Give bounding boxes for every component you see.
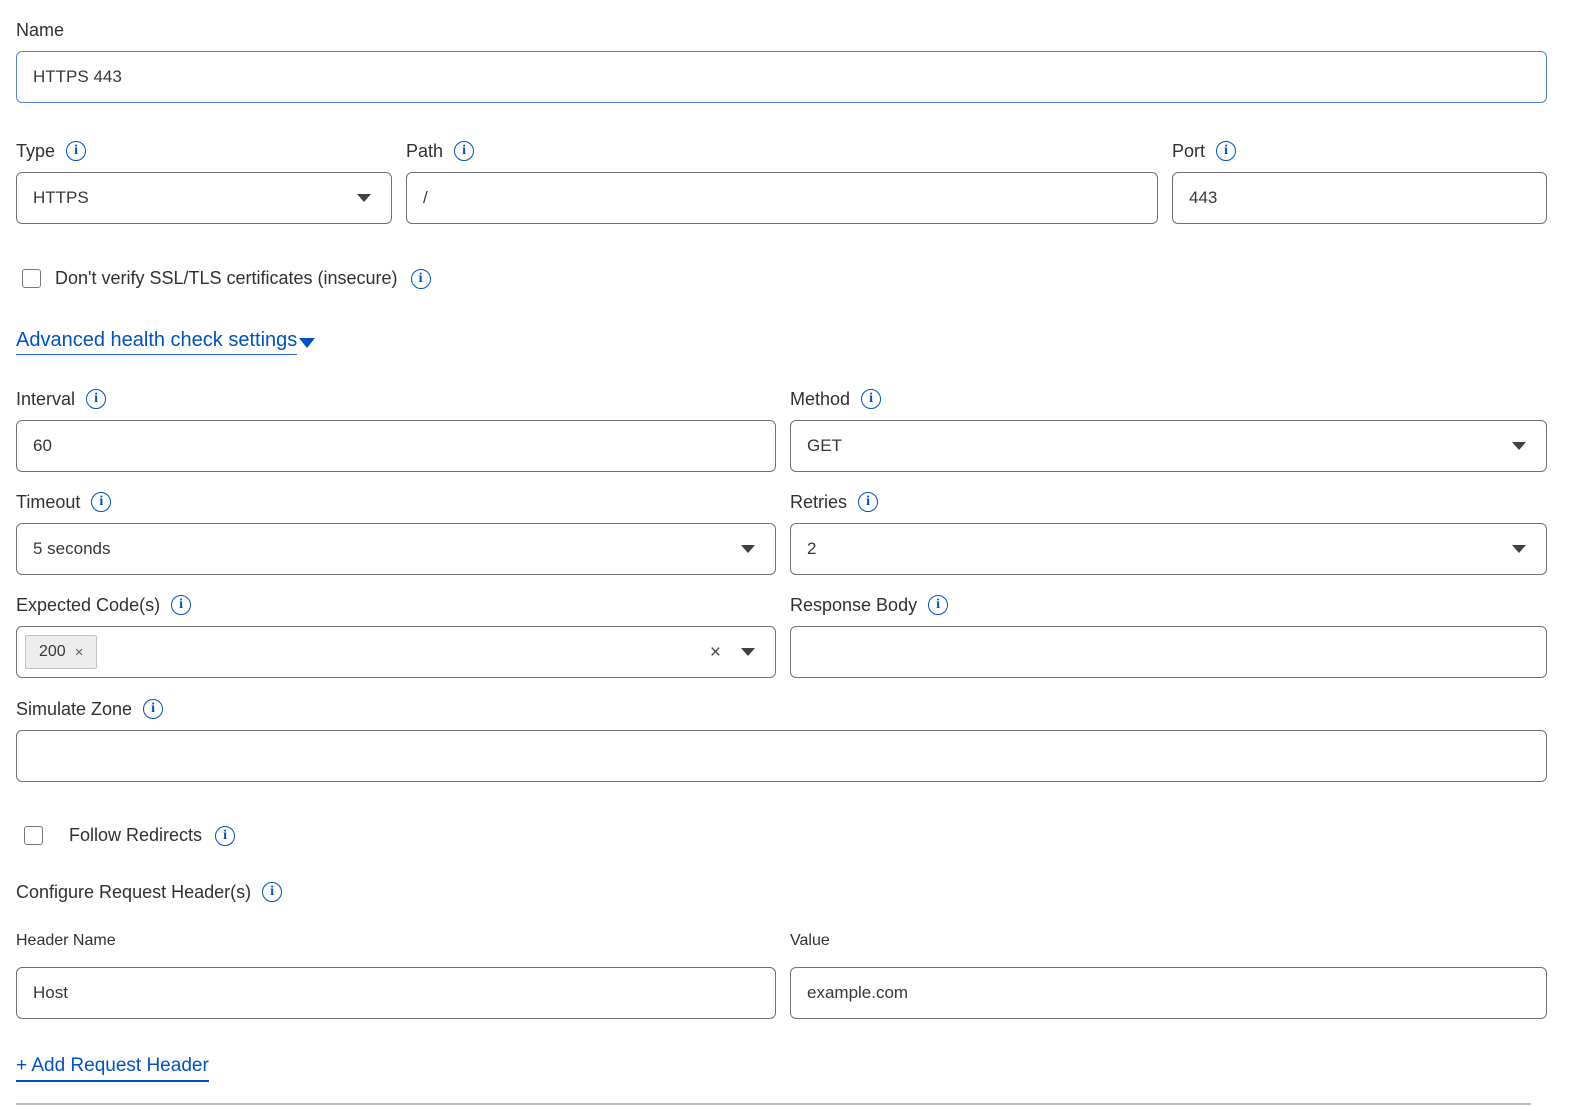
interval-info-icon[interactable]: i bbox=[86, 389, 106, 409]
chevron-down-icon bbox=[299, 338, 315, 348]
chevron-down-icon bbox=[741, 545, 755, 553]
name-label-row: Name bbox=[16, 18, 1547, 42]
request-headers-section-label: Configure Request Header(s) i bbox=[16, 880, 1547, 904]
path-info-icon[interactable]: i bbox=[454, 141, 474, 161]
path-input[interactable] bbox=[406, 172, 1158, 224]
interval-input[interactable] bbox=[16, 420, 776, 472]
type-select[interactable]: HTTPS bbox=[16, 172, 392, 224]
advanced-settings-toggle[interactable]: Advanced health check settings bbox=[16, 328, 315, 355]
type-label: Type bbox=[16, 139, 55, 163]
response-body-label: Response Body bbox=[790, 593, 917, 617]
expected-codes-multiselect[interactable]: 200 × × bbox=[16, 626, 776, 678]
method-select-value: GET bbox=[807, 436, 1512, 456]
timeout-info-icon[interactable]: i bbox=[91, 492, 111, 512]
chevron-down-icon bbox=[1512, 545, 1526, 553]
add-request-header-row: + Add Request Header bbox=[16, 1054, 209, 1082]
simulate-zone-info-icon[interactable]: i bbox=[143, 699, 163, 719]
health-check-form: Name Type i HTTPS Path i Port i bbox=[0, 0, 1570, 1105]
response-body-label-row: Response Body i bbox=[790, 593, 1547, 617]
follow-redirects-label: Follow Redirects bbox=[69, 825, 202, 846]
port-input[interactable] bbox=[1172, 172, 1547, 224]
path-label: Path bbox=[406, 139, 443, 163]
multiselect-controls: × bbox=[710, 643, 755, 662]
retries-select[interactable]: 2 bbox=[790, 523, 1547, 575]
ssl-verify-checkbox-row: Don't verify SSL/TLS certificates (insec… bbox=[22, 268, 1547, 289]
chevron-down-icon bbox=[357, 194, 371, 202]
name-input[interactable] bbox=[16, 51, 1547, 103]
timeout-label: Timeout bbox=[16, 490, 80, 514]
retries-label-row: Retries i bbox=[790, 490, 1547, 514]
method-label: Method bbox=[790, 387, 850, 411]
advanced-settings-link[interactable]: Advanced health check settings bbox=[16, 328, 297, 355]
interval-label: Interval bbox=[16, 387, 75, 411]
add-request-header-link[interactable]: + Add Request Header bbox=[16, 1054, 209, 1082]
ssl-verify-checkbox[interactable] bbox=[22, 269, 41, 288]
response-body-input[interactable] bbox=[790, 626, 1547, 678]
type-label-row: Type i bbox=[16, 139, 392, 163]
follow-redirects-info-icon[interactable]: i bbox=[215, 826, 235, 846]
type-select-value: HTTPS bbox=[33, 188, 357, 208]
path-label-row: Path i bbox=[406, 139, 1158, 163]
codes-body-row: Expected Code(s) i 200 × × Response Body… bbox=[16, 593, 1547, 678]
simulate-zone-label: Simulate Zone bbox=[16, 697, 132, 721]
follow-redirects-checkbox[interactable] bbox=[24, 826, 43, 845]
timeout-select-value: 5 seconds bbox=[33, 539, 741, 559]
timeout-label-row: Timeout i bbox=[16, 490, 776, 514]
ssl-verify-info-icon[interactable]: i bbox=[411, 269, 431, 289]
type-info-icon[interactable]: i bbox=[66, 141, 86, 161]
retries-label: Retries bbox=[790, 490, 847, 514]
timeout-retries-row: Timeout i 5 seconds Retries i 2 bbox=[16, 490, 1547, 575]
method-select[interactable]: GET bbox=[790, 420, 1547, 472]
retries-select-value: 2 bbox=[807, 539, 1512, 559]
expected-code-tag: 200 × bbox=[25, 635, 97, 669]
port-label-row: Port i bbox=[1172, 139, 1547, 163]
header-name-input[interactable] bbox=[16, 967, 776, 1019]
follow-redirects-row: Follow Redirects i bbox=[24, 825, 1547, 846]
chevron-down-icon[interactable] bbox=[741, 648, 755, 656]
port-label: Port bbox=[1172, 139, 1205, 163]
configure-headers-label: Configure Request Header(s) bbox=[16, 880, 251, 904]
simulate-zone-field: Simulate Zone i bbox=[16, 697, 1547, 782]
header-row: Header Name Value bbox=[16, 930, 1547, 1019]
clear-icon[interactable]: × bbox=[710, 643, 721, 662]
expected-code-tag-value: 200 bbox=[39, 643, 66, 661]
expected-codes-label: Expected Code(s) bbox=[16, 593, 160, 617]
interval-method-row: Interval i Method i GET bbox=[16, 387, 1547, 472]
name-label: Name bbox=[16, 18, 64, 42]
chevron-down-icon bbox=[1512, 442, 1526, 450]
expected-codes-info-icon[interactable]: i bbox=[171, 595, 191, 615]
port-info-icon[interactable]: i bbox=[1216, 141, 1236, 161]
header-value-label: Value bbox=[790, 930, 1547, 952]
section-divider bbox=[16, 1103, 1531, 1105]
ssl-verify-label: Don't verify SSL/TLS certificates (insec… bbox=[55, 268, 398, 289]
simulate-zone-label-row: Simulate Zone i bbox=[16, 697, 1547, 721]
header-value-input[interactable] bbox=[790, 967, 1547, 1019]
retries-info-icon[interactable]: i bbox=[858, 492, 878, 512]
response-body-info-icon[interactable]: i bbox=[928, 595, 948, 615]
interval-label-row: Interval i bbox=[16, 387, 776, 411]
tag-remove-icon[interactable]: × bbox=[75, 644, 84, 661]
type-path-port-row: Type i HTTPS Path i Port i bbox=[16, 139, 1547, 224]
header-name-label: Header Name bbox=[16, 930, 776, 952]
method-label-row: Method i bbox=[790, 387, 1547, 411]
configure-headers-info-icon[interactable]: i bbox=[262, 882, 282, 902]
simulate-zone-input[interactable] bbox=[16, 730, 1547, 782]
method-info-icon[interactable]: i bbox=[861, 389, 881, 409]
expected-codes-label-row: Expected Code(s) i bbox=[16, 593, 776, 617]
timeout-select[interactable]: 5 seconds bbox=[16, 523, 776, 575]
